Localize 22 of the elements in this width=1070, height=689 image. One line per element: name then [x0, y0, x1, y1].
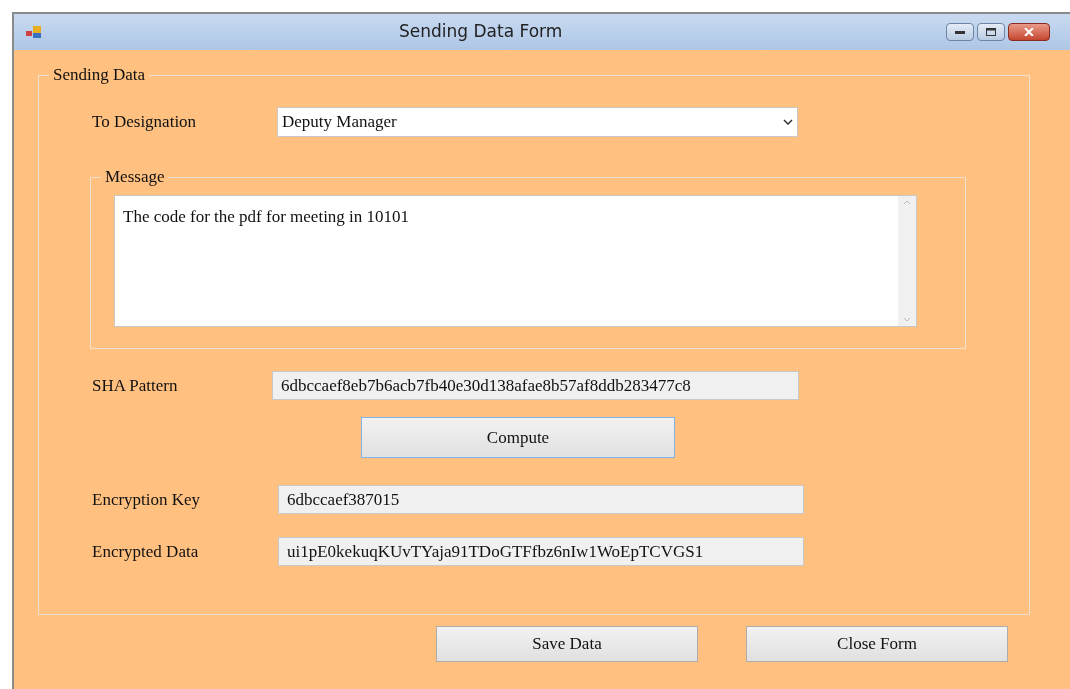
text-field[interactable]: ui1pE0kekuqKUvTYaja91TDoGTFfbz6nIw1WoEpTCVGS1 [278, 537, 804, 566]
field-label: SHA Pattern [92, 374, 179, 397]
field-label: Encrypted Data [92, 540, 200, 563]
field-label: To Designation [92, 111, 198, 134]
minimize-icon [955, 30, 965, 34]
maximize-button[interactable] [977, 23, 1005, 41]
maximize-icon [986, 28, 996, 36]
text-field[interactable]: 6dbccaef387015 [278, 485, 804, 514]
minimize-button[interactable] [946, 23, 974, 41]
message-textarea[interactable]: The code for the pdf for meeting in 10101 [114, 195, 917, 327]
app-icon [26, 26, 42, 38]
form-button[interactable]: Close Form [746, 626, 1008, 662]
designation-dropdown[interactable]: Deputy Manager [277, 107, 798, 137]
text-field[interactable]: 6dbccaef8eb7b6acb7fb40e30d138afae8b57af8ddb283477c8 [272, 371, 799, 400]
window-title: Sending Data Form [399, 20, 564, 44]
field-label: Encryption Key [92, 488, 202, 511]
chevron-down-icon [783, 119, 793, 125]
compute-button[interactable]: Compute [361, 417, 675, 458]
group-title: Sending Data [49, 65, 150, 85]
close-button[interactable] [1008, 23, 1050, 41]
close-icon [1024, 28, 1034, 36]
form-button[interactable]: Save Data [436, 626, 698, 662]
